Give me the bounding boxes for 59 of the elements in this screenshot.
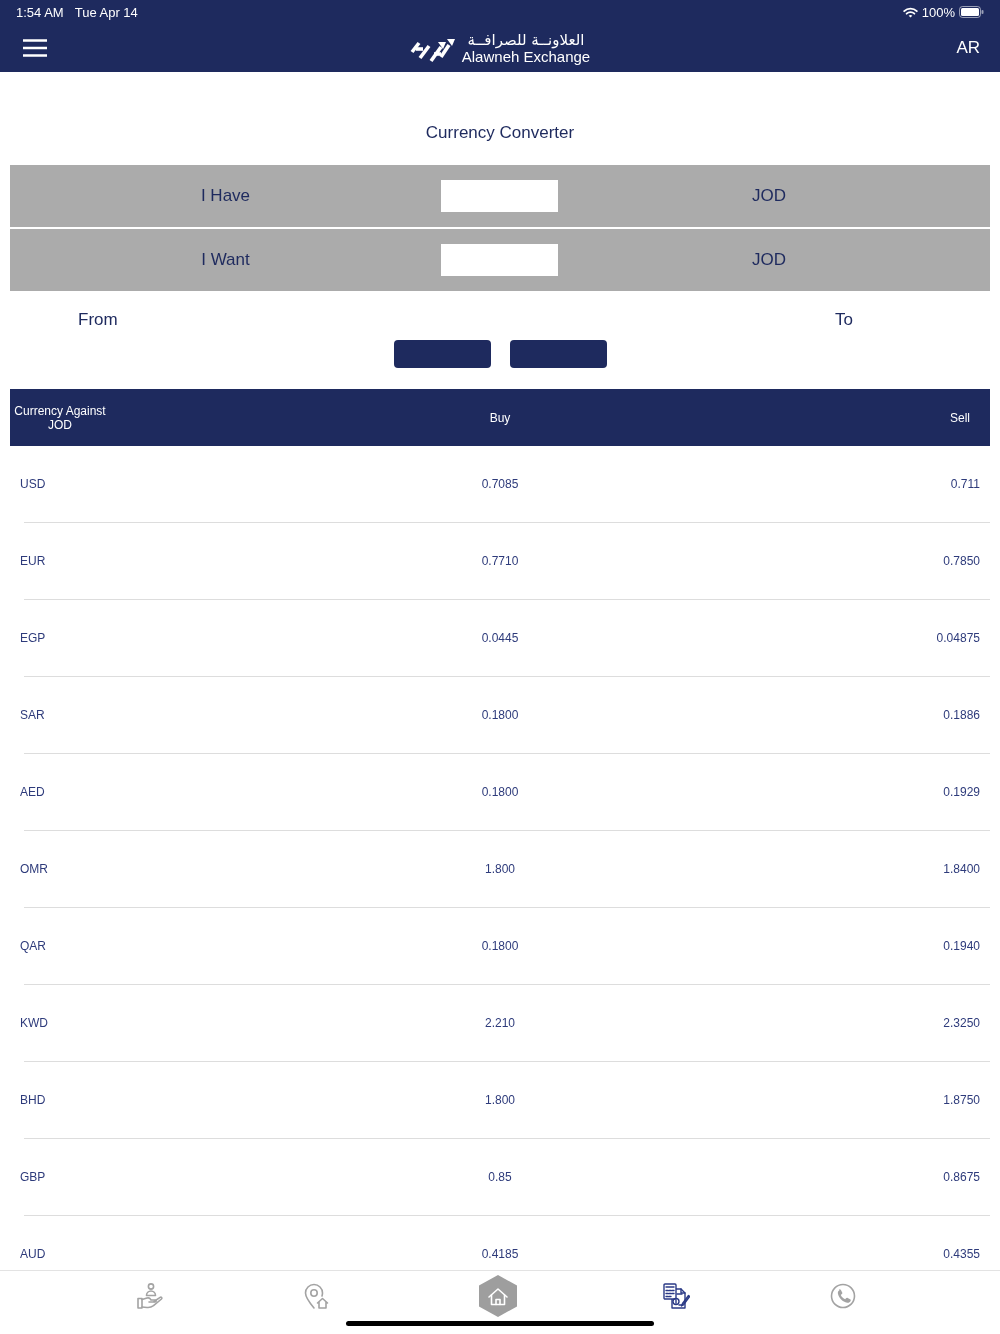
sell-rate-cell: 0.1929 <box>943 785 980 799</box>
sell-rate-cell: 0.1940 <box>943 939 980 953</box>
pin-house-icon[interactable] <box>302 1282 330 1310</box>
currency-cell: AED <box>20 785 45 799</box>
from-label: From <box>78 310 118 330</box>
status-time: 1:54 AM <box>16 4 64 20</box>
column-header: Buy <box>489 410 511 425</box>
column-header: Currency Against JOD <box>13 403 107 432</box>
battery-percentage: 100% <box>921 4 955 20</box>
calculator-document-icon[interactable] <box>662 1282 690 1310</box>
buy-rate-cell: 1.800 <box>485 1093 515 1107</box>
currency-cell: SAR <box>20 708 45 722</box>
amount-field[interactable] <box>441 244 558 276</box>
buy-rate-cell: 0.1800 <box>481 939 519 953</box>
currency-code: JOD <box>752 250 786 270</box>
currency-cell: KWD <box>20 1016 48 1030</box>
home-icon[interactable] <box>478 1274 518 1318</box>
currency-cell: USD <box>20 477 46 491</box>
buy-rate-cell: 0.7710 <box>481 554 519 568</box>
status-date: Tue Apr 14 <box>74 4 138 20</box>
currency-cell: BHD <box>20 1093 46 1107</box>
currency-cell: EUR <box>20 554 46 568</box>
battery-icon <box>959 6 984 18</box>
currency-cell: QAR <box>20 939 46 953</box>
sell-rate-cell: 0.711 <box>950 477 980 491</box>
currency-cell: EGP <box>20 631 46 645</box>
language-button[interactable]: AR <box>956 38 980 58</box>
currency-cell: OMR <box>20 862 48 876</box>
sell-rate-cell: 0.04875 <box>936 631 980 645</box>
buy-rate-cell: 0.85 <box>488 1170 512 1184</box>
sell-rate-cell: 0.1886 <box>943 708 980 722</box>
hand-person-icon[interactable] <box>136 1282 164 1310</box>
buy-rate-cell: 1.800 <box>485 862 515 876</box>
sell-rate-cell: 2.3250 <box>943 1016 980 1030</box>
row-label: I Have <box>200 186 251 206</box>
logo-text: Alawneh Exchange <box>461 48 591 65</box>
sell-rate-cell: 0.4355 <box>943 1247 980 1261</box>
wifi-icon <box>902 6 918 18</box>
buy-rate-cell: 0.7085 <box>481 477 519 491</box>
menu-icon[interactable] <box>23 39 47 57</box>
currency-cell: GBP <box>20 1170 46 1184</box>
to-label: To <box>835 310 853 330</box>
converter-title: Currency Converter <box>425 122 575 144</box>
sell-rate-cell: 0.7850 <box>943 554 980 568</box>
currency-code: JOD <box>752 186 786 206</box>
sell-rate-cell: 0.8675 <box>943 1170 980 1184</box>
sell-rate-cell: 1.8400 <box>943 862 980 876</box>
column-header: Sell <box>950 410 970 425</box>
phone-icon[interactable] <box>829 1282 857 1310</box>
row-label: I Want <box>201 250 250 270</box>
logo-arabic-text: العلاونــة للصرافــة <box>467 31 585 49</box>
buy-rate-cell: 0.1800 <box>481 708 519 722</box>
sell-rate-cell: 1.8750 <box>943 1093 980 1107</box>
buy-rate-cell: 0.1800 <box>481 785 519 799</box>
currency-cell: AUD <box>20 1247 46 1261</box>
buy-rate-cell: 0.0445 <box>481 631 519 645</box>
buy-rate-cell: 0.4185 <box>481 1247 519 1261</box>
buy-rate-cell: 2.210 <box>485 1016 515 1030</box>
amount-field[interactable] <box>441 180 558 212</box>
